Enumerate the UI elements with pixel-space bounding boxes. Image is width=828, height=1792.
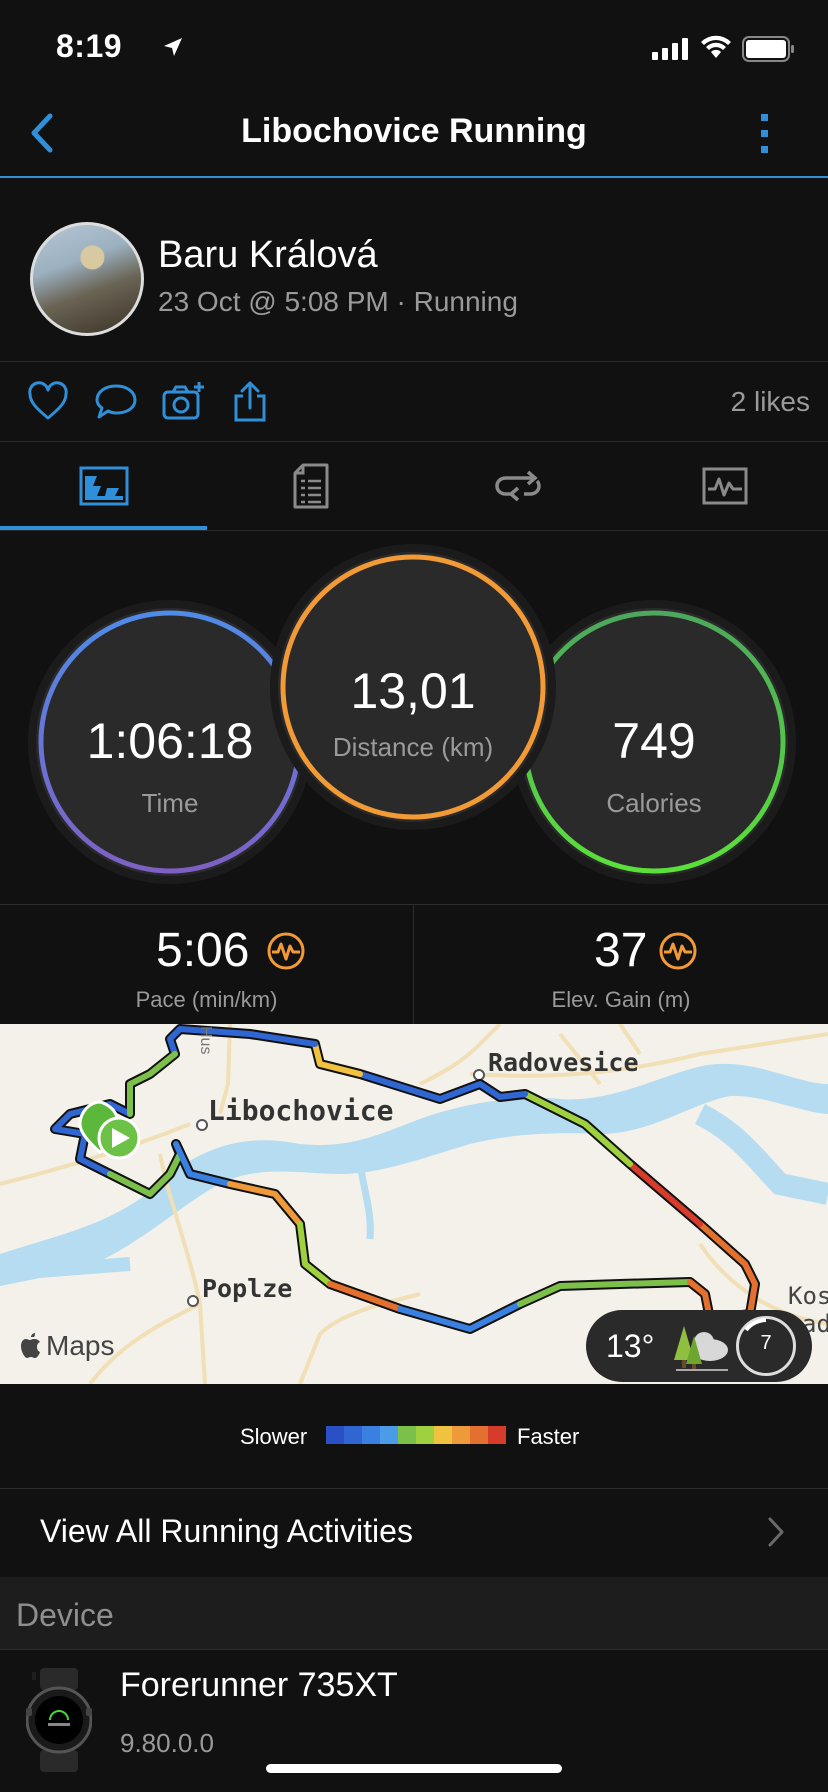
chevron-right-icon bbox=[768, 1517, 784, 1547]
legend-swatch bbox=[398, 1426, 416, 1444]
legend-swatch bbox=[488, 1426, 506, 1444]
status-bar: 8:19 bbox=[0, 0, 828, 100]
maps-label: Maps bbox=[46, 1330, 115, 1361]
document-list-icon bbox=[293, 463, 328, 509]
tab-charts[interactable] bbox=[621, 442, 828, 530]
legend-swatch bbox=[326, 1426, 344, 1444]
view-all-activities-row[interactable]: View All Running Activities bbox=[0, 1488, 828, 1578]
pace-metric[interactable]: 5:06 Pace (min/km) bbox=[0, 905, 413, 1025]
home-indicator bbox=[266, 1764, 562, 1773]
activity-meta: 23 Oct @ 5:08 PM · Running bbox=[158, 286, 518, 317]
elevation-chart-icon bbox=[659, 932, 697, 970]
weather-temperature: 13° bbox=[606, 1328, 655, 1364]
distance-stat-circle: 13,01 Distance (km) bbox=[278, 552, 548, 822]
tab-bar bbox=[0, 442, 828, 531]
legend-color-bar bbox=[326, 1426, 506, 1444]
pace-label: Pace (min/km) bbox=[135, 987, 278, 1012]
active-tab-indicator bbox=[0, 526, 207, 530]
location-arrow-icon bbox=[164, 38, 182, 56]
pace-legend: Slower Faster bbox=[0, 1384, 828, 1488]
repeat-laps-icon bbox=[494, 470, 541, 502]
tab-overview[interactable] bbox=[0, 442, 207, 530]
elevation-label: Elev. Gain (m) bbox=[551, 987, 691, 1012]
time-value: 1:06:18 bbox=[86, 713, 254, 769]
map-place-kos: Kos bbox=[788, 1282, 828, 1310]
distance-value: 13,01 bbox=[350, 663, 476, 719]
legend-swatch bbox=[362, 1426, 380, 1444]
more-vertical-icon bbox=[761, 114, 768, 153]
apple-logo-icon bbox=[21, 1333, 40, 1358]
distance-label: Distance (km) bbox=[332, 732, 494, 762]
tab-details[interactable] bbox=[207, 442, 414, 530]
legend-swatch bbox=[434, 1426, 452, 1444]
legend-swatch bbox=[416, 1426, 434, 1444]
weather-badge: 7 bbox=[736, 1316, 796, 1376]
tab-laps[interactable] bbox=[414, 442, 621, 530]
navigation-bar: Libochovice Running bbox=[0, 100, 828, 178]
more-options-button[interactable] bbox=[750, 110, 780, 158]
likes-count[interactable]: 2 likes bbox=[731, 386, 810, 418]
stats-overview-icon bbox=[79, 466, 128, 506]
metrics-row: 5:06 Pace (min/km) 37 Elev. Gain (m) bbox=[0, 904, 828, 1026]
battery-icon bbox=[742, 36, 794, 62]
apple-maps-logo: Maps bbox=[20, 1330, 114, 1362]
legend-slower-label: Slower bbox=[240, 1424, 308, 1449]
user-name[interactable]: Baru Králová bbox=[158, 234, 378, 277]
legend-swatch bbox=[470, 1426, 488, 1444]
map-place-libochovice: Libochovice bbox=[208, 1094, 394, 1127]
time-stat-circle: 1:06:18 Time bbox=[36, 608, 304, 876]
map-road-label: Hus bbox=[197, 1026, 214, 1055]
calories-value: 749 bbox=[612, 713, 696, 769]
weather-forest-cloud-icon bbox=[674, 1326, 728, 1371]
device-version: 9.80.0.0 bbox=[120, 1728, 214, 1758]
page-title: Libochovice Running bbox=[241, 112, 587, 150]
device-name: Forerunner 735XT bbox=[120, 1666, 398, 1704]
chart-graph-icon bbox=[702, 467, 747, 505]
time-label: Time bbox=[141, 788, 199, 818]
calories-label: Calories bbox=[606, 788, 702, 818]
legend-faster-label: Faster bbox=[517, 1424, 580, 1449]
device-section-header: Device bbox=[0, 1577, 828, 1650]
share-icon[interactable] bbox=[228, 380, 272, 424]
avatar[interactable] bbox=[30, 222, 144, 336]
elevation-value: 37 bbox=[594, 924, 648, 977]
legend-swatch bbox=[380, 1426, 398, 1444]
wifi-icon bbox=[701, 35, 731, 58]
watch-device-icon bbox=[26, 1668, 92, 1772]
legend-swatch bbox=[344, 1426, 362, 1444]
legend-swatch bbox=[452, 1426, 470, 1444]
status-time: 8:19 bbox=[56, 28, 123, 64]
route-map[interactable]: Libochovice Radovesice Poplze Kos ad Hus… bbox=[0, 1024, 828, 1384]
map-place-radovesice: Radovesice bbox=[488, 1048, 639, 1077]
calories-stat-circle: 749 Calories bbox=[520, 608, 788, 876]
add-photo-icon[interactable] bbox=[161, 380, 205, 424]
pace-value: 5:06 bbox=[156, 924, 250, 977]
elevation-metric[interactable]: 37 Elev. Gain (m) bbox=[414, 905, 828, 1025]
device-header-label: Device bbox=[16, 1597, 114, 1633]
cellular-signal-icon bbox=[652, 38, 688, 60]
comment-icon[interactable] bbox=[94, 380, 138, 424]
actions-bar: 2 likes bbox=[0, 362, 828, 440]
like-heart-icon[interactable] bbox=[26, 380, 70, 424]
weather-badge-value: 7 bbox=[760, 1332, 772, 1354]
weather-pill[interactable]: 13° 7 bbox=[586, 1310, 812, 1382]
view-all-label: View All Running Activities bbox=[40, 1513, 413, 1549]
pace-chart-icon bbox=[267, 932, 305, 970]
map-place-poplze: Poplze bbox=[202, 1274, 293, 1303]
